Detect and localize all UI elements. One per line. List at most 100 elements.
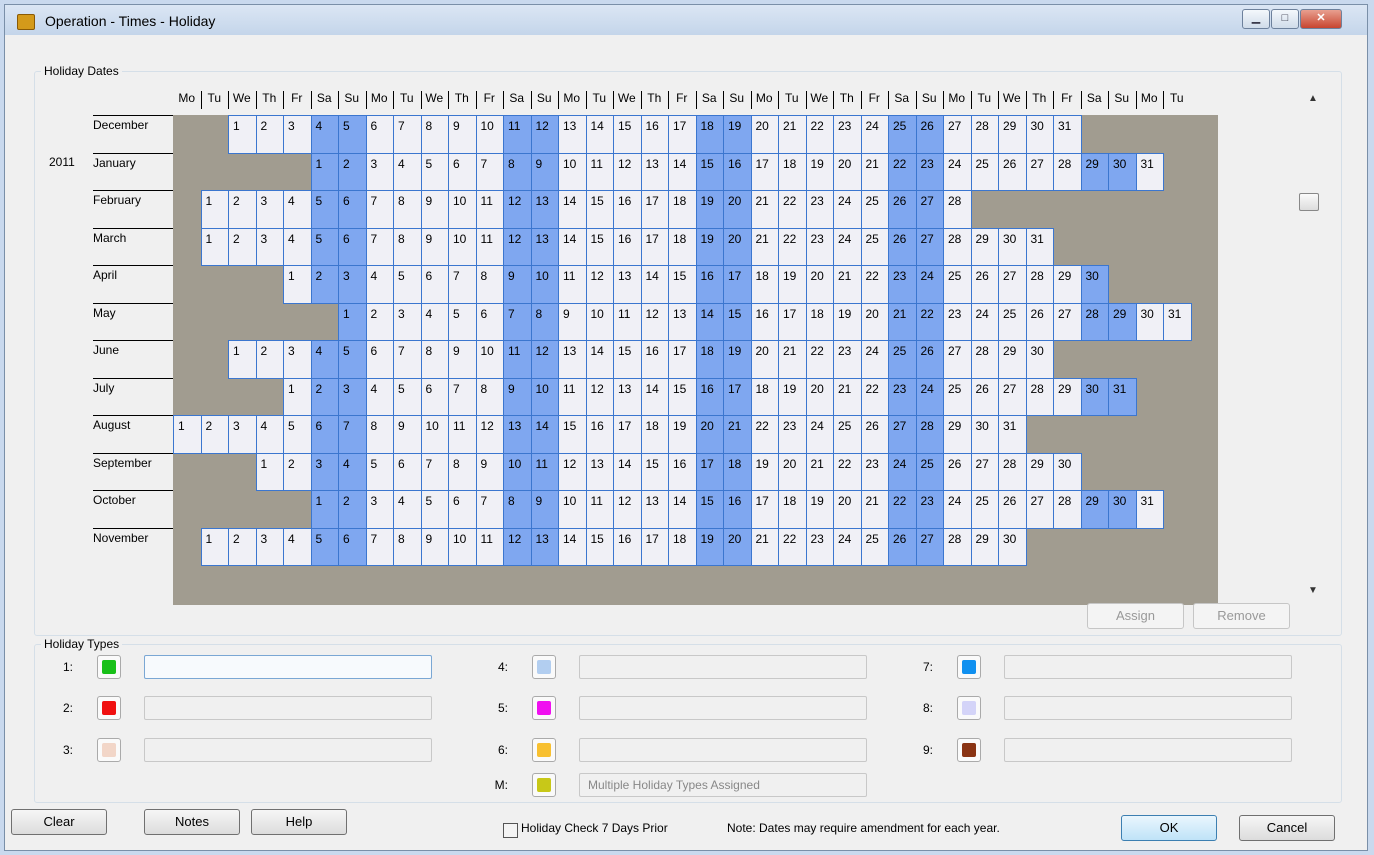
day-cell[interactable]: 20 (723, 527, 752, 566)
holiday-type-name-field[interactable] (144, 696, 432, 720)
day-cell[interactable]: 12 (503, 190, 532, 229)
day-cell[interactable]: 6 (393, 452, 422, 491)
day-cell[interactable]: 10 (420, 415, 449, 454)
day-cell[interactable]: 3 (365, 490, 394, 529)
day-cell[interactable]: 29 (998, 340, 1027, 379)
notes-button[interactable]: Notes (144, 809, 240, 835)
day-cell[interactable]: 3 (393, 302, 422, 341)
day-cell[interactable]: 16 (613, 190, 642, 229)
day-cell[interactable]: 20 (833, 490, 862, 529)
day-cell[interactable]: 29 (1053, 265, 1082, 304)
day-cell[interactable]: 17 (640, 227, 669, 266)
day-cell[interactable]: 24 (860, 115, 889, 154)
day-cell[interactable]: 28 (943, 227, 972, 266)
day-cell[interactable]: 26 (915, 340, 944, 379)
day-cell[interactable]: 22 (915, 302, 944, 341)
day-cell[interactable]: 9 (530, 490, 559, 529)
day-cell[interactable]: 8 (475, 265, 504, 304)
day-cell[interactable]: 17 (750, 490, 779, 529)
day-cell[interactable]: 17 (778, 302, 807, 341)
day-cell[interactable]: 25 (888, 115, 917, 154)
day-cell[interactable]: 20 (833, 152, 862, 191)
day-cell[interactable]: 21 (778, 115, 807, 154)
day-cell[interactable]: 3 (255, 527, 284, 566)
day-cell[interactable]: 31 (1025, 227, 1054, 266)
day-cell[interactable]: 4 (310, 115, 339, 154)
day-cell[interactable]: 12 (475, 415, 504, 454)
day-cell[interactable]: 12 (503, 227, 532, 266)
holiday-type-color-button[interactable] (97, 655, 121, 679)
day-cell[interactable]: 30 (1025, 340, 1054, 379)
day-cell[interactable]: 16 (723, 152, 752, 191)
day-cell[interactable]: 7 (475, 152, 504, 191)
day-cell[interactable]: 3 (310, 452, 339, 491)
day-cell[interactable]: 2 (310, 377, 339, 416)
day-cell[interactable]: 14 (613, 452, 642, 491)
day-cell[interactable]: 27 (915, 190, 944, 229)
day-cell[interactable]: 13 (613, 377, 642, 416)
day-cell[interactable]: 15 (668, 377, 697, 416)
day-cell[interactable]: 25 (860, 527, 889, 566)
day-cell[interactable]: 11 (448, 415, 477, 454)
day-cell[interactable]: 14 (530, 415, 559, 454)
day-cell[interactable]: 18 (723, 452, 752, 491)
day-cell[interactable]: 16 (668, 452, 697, 491)
day-cell[interactable]: 8 (420, 115, 449, 154)
day-cell[interactable]: 22 (888, 490, 917, 529)
day-cell[interactable]: 25 (860, 190, 889, 229)
day-cell[interactable]: 5 (338, 115, 367, 154)
day-cell[interactable]: 24 (833, 527, 862, 566)
title-bar[interactable]: Operation - Times - Holiday ▁ □ ✕ (5, 5, 1367, 35)
day-cell[interactable]: 18 (640, 415, 669, 454)
day-cell[interactable]: 9 (558, 302, 587, 341)
day-cell[interactable]: 1 (200, 527, 229, 566)
day-cell[interactable]: 11 (585, 490, 614, 529)
help-button[interactable]: Help (251, 809, 347, 835)
day-cell[interactable]: 21 (723, 415, 752, 454)
day-cell[interactable]: 26 (1025, 302, 1054, 341)
day-cell[interactable]: 2 (255, 340, 284, 379)
day-cell[interactable]: 22 (860, 377, 889, 416)
remove-button[interactable]: Remove (1193, 603, 1290, 629)
holiday-type-name-field[interactable] (1004, 655, 1292, 679)
day-cell[interactable]: 13 (558, 115, 587, 154)
day-cell[interactable]: 30 (998, 227, 1027, 266)
day-cell[interactable]: 20 (723, 190, 752, 229)
day-cell[interactable]: 31 (1163, 302, 1192, 341)
day-cell[interactable]: 26 (860, 415, 889, 454)
day-cell[interactable]: 28 (998, 452, 1027, 491)
day-cell[interactable]: 23 (778, 415, 807, 454)
holiday-check-checkbox[interactable] (503, 823, 518, 838)
multiple-type-color-button[interactable] (532, 773, 556, 797)
day-cell[interactable]: 2 (338, 490, 367, 529)
day-cell[interactable]: 4 (338, 452, 367, 491)
holiday-type-color-button[interactable] (957, 655, 981, 679)
day-cell[interactable]: 13 (668, 302, 697, 341)
day-cell[interactable]: 11 (558, 265, 587, 304)
day-cell[interactable]: 12 (613, 490, 642, 529)
day-cell[interactable]: 23 (860, 452, 889, 491)
day-cell[interactable]: 9 (503, 265, 532, 304)
day-cell[interactable]: 17 (640, 527, 669, 566)
day-cell[interactable]: 13 (640, 152, 669, 191)
day-cell[interactable]: 13 (530, 527, 559, 566)
day-cell[interactable]: 15 (695, 490, 724, 529)
day-cell[interactable]: 18 (668, 227, 697, 266)
day-cell[interactable]: 10 (448, 227, 477, 266)
day-cell[interactable]: 20 (805, 265, 834, 304)
day-cell[interactable]: 18 (668, 527, 697, 566)
day-cell[interactable]: 25 (860, 227, 889, 266)
day-cell[interactable]: 28 (1053, 490, 1082, 529)
day-cell[interactable]: 14 (640, 377, 669, 416)
day-cell[interactable]: 17 (613, 415, 642, 454)
day-cell[interactable]: 27 (998, 265, 1027, 304)
day-cell[interactable]: 21 (860, 490, 889, 529)
day-cell[interactable]: 28 (1080, 302, 1109, 341)
day-cell[interactable]: 9 (448, 340, 477, 379)
clear-button[interactable]: Clear (11, 809, 107, 835)
day-cell[interactable]: 3 (283, 340, 312, 379)
day-cell[interactable]: 31 (1053, 115, 1082, 154)
day-cell[interactable]: 6 (310, 415, 339, 454)
day-cell[interactable]: 21 (888, 302, 917, 341)
day-cell[interactable]: 21 (805, 452, 834, 491)
